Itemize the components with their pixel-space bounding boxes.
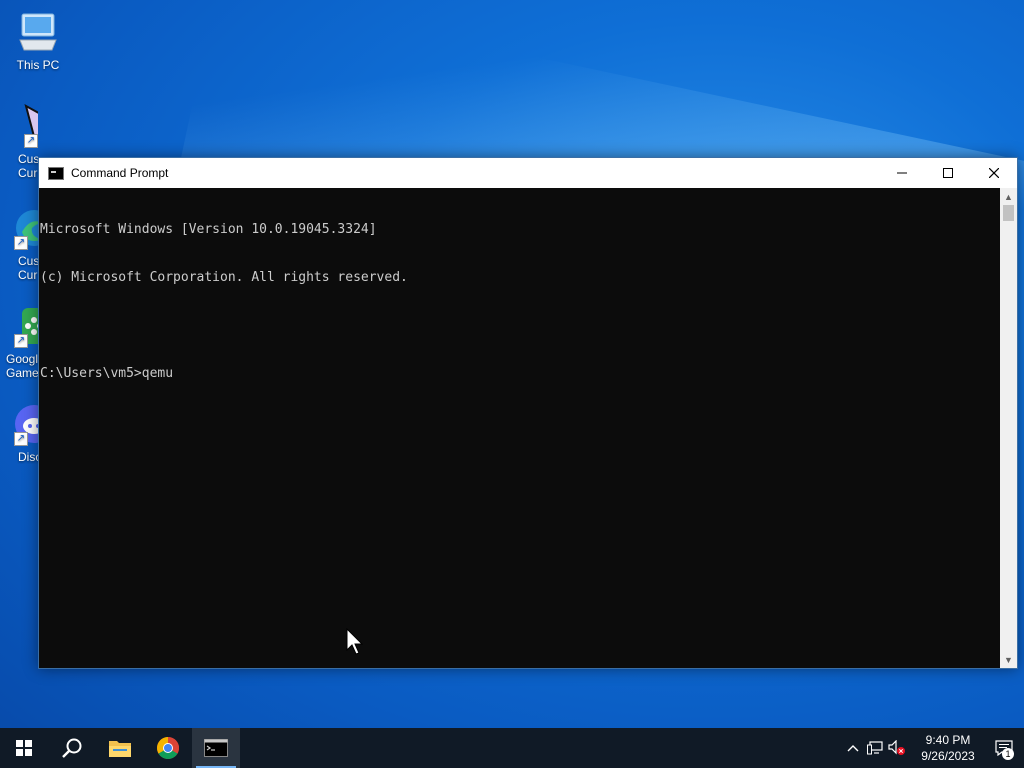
shortcut-arrow-icon: ↗: [14, 432, 28, 446]
file-explorer-button[interactable]: [96, 728, 144, 768]
notification-badge: 1: [1002, 748, 1014, 760]
search-button[interactable]: [48, 728, 96, 768]
scroll-up-button[interactable]: ▲: [1000, 188, 1017, 205]
vertical-scrollbar[interactable]: ▲ ▼: [1000, 188, 1017, 668]
start-icon: [16, 740, 32, 756]
network-button[interactable]: [864, 728, 886, 768]
taskbar: 9:40 PM 9/26/2023 1: [0, 728, 1024, 768]
network-icon: [867, 741, 883, 755]
action-center-button[interactable]: 1: [984, 728, 1024, 768]
shortcut-arrow-icon: ↗: [14, 236, 28, 250]
window-title: Command Prompt: [71, 166, 169, 180]
chevron-down-icon: ▼: [1004, 654, 1013, 665]
this-pc-icon: [16, 10, 60, 54]
cursor-shortcut-icon: ↗: [22, 104, 38, 148]
desktop-icon-custom-cursor[interactable]: ↗ Cus Cur: [2, 104, 38, 180]
mouse-pointer-icon: [346, 628, 364, 655]
clock[interactable]: 9:40 PM 9/26/2023: [912, 732, 984, 764]
desktop-icon-label: Cus Cur: [18, 152, 38, 180]
command-prompt-taskbar-button[interactable]: [192, 728, 240, 768]
console-output[interactable]: Microsoft Windows [Version 10.0.19045.33…: [39, 188, 999, 668]
desktop-icon-label: Cus Cur: [18, 254, 38, 282]
google-play-games-icon: ↗: [12, 304, 38, 348]
search-icon: [62, 738, 82, 758]
edge-shortcut-icon: ↗: [12, 206, 38, 250]
close-icon: [989, 168, 999, 178]
discord-icon: ↗: [12, 402, 38, 446]
desktop-icon-custom-cursor-2[interactable]: ↗ Cus Cur: [2, 206, 38, 282]
minimize-button[interactable]: [879, 158, 925, 188]
volume-button[interactable]: [886, 728, 908, 768]
console-line: Microsoft Windows [Version 10.0.19045.33…: [40, 222, 377, 237]
chrome-icon: [157, 737, 179, 759]
clock-time: 9:40 PM: [925, 733, 971, 747]
clock-date: 9/26/2023: [921, 749, 975, 763]
chevron-up-icon: ▲: [1004, 191, 1013, 202]
desktop-icon-label: Googl Game: [6, 352, 38, 380]
show-hidden-icons-button[interactable]: [842, 728, 864, 768]
console-prompt-line[interactable]: C:\Users\vm5>qemu: [40, 366, 999, 382]
start-button[interactable]: [0, 728, 48, 768]
shortcut-arrow-icon: ↗: [24, 134, 38, 148]
console-line: (c) Microsoft Corporation. All rights re…: [40, 270, 408, 285]
maximize-icon: [943, 168, 953, 178]
minimize-icon: [897, 172, 907, 174]
command-prompt-icon[interactable]: [48, 166, 64, 180]
system-tray: 9:40 PM 9/26/2023 1: [842, 728, 1024, 768]
chrome-button[interactable]: [144, 728, 192, 768]
shortcut-arrow-icon: ↗: [14, 334, 28, 348]
close-button[interactable]: [971, 158, 1017, 188]
desktop-icon-label: This PC: [16, 58, 60, 72]
scroll-down-button[interactable]: ▼: [1000, 651, 1017, 668]
chevron-up-icon: [847, 745, 859, 752]
desktop-icon-this-pc[interactable]: This PC: [2, 10, 74, 72]
maximize-button[interactable]: [925, 158, 971, 188]
file-explorer-icon: [109, 741, 131, 757]
command-prompt-window[interactable]: Command Prompt Microsoft Windows [Versio…: [38, 157, 1018, 669]
volume-muted-icon: [888, 740, 905, 755]
scroll-thumb[interactable]: [1003, 205, 1014, 221]
desktop-icon-label: Disc: [18, 450, 38, 464]
command-prompt-icon: [204, 739, 228, 757]
desktop-icon-discord[interactable]: ↗ Disc: [2, 402, 38, 464]
title-bar[interactable]: Command Prompt: [39, 158, 1017, 188]
desktop-icon-google-play-games[interactable]: ↗ Googl Game: [2, 304, 38, 380]
